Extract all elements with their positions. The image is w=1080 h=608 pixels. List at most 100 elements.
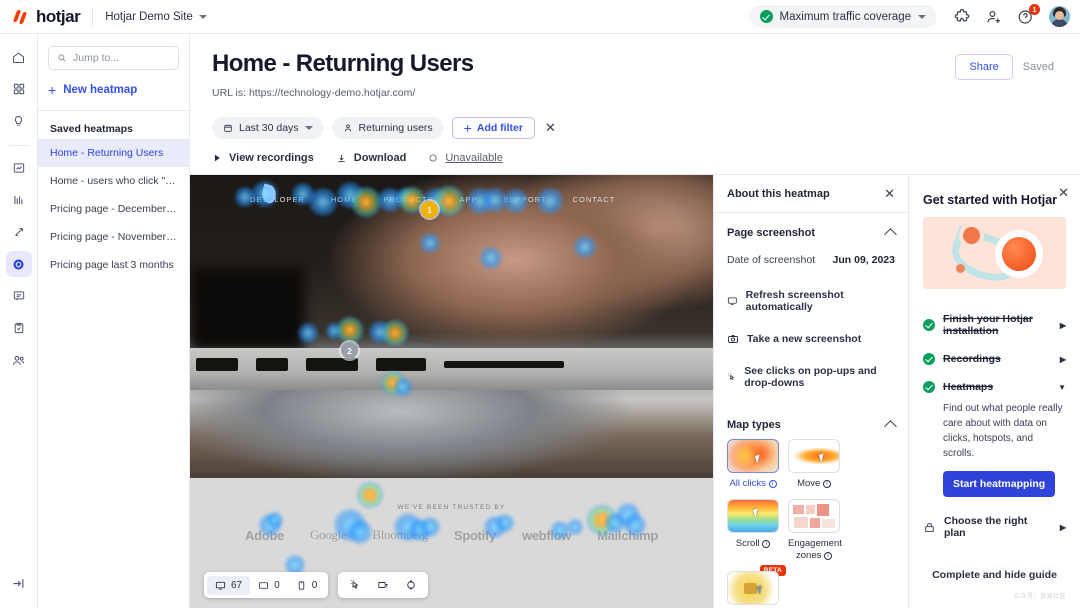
all-clicks-thumb-icon	[727, 439, 779, 473]
see-clicks-popups-button[interactable]: See clicks on pop-ups and drop-downs	[714, 355, 908, 399]
sidebar-item-home[interactable]	[6, 44, 32, 70]
unavailable-label: Unavailable	[445, 152, 502, 164]
logo: Google	[310, 527, 346, 543]
rail-collapse-toggle[interactable]	[6, 570, 32, 596]
list-item[interactable]: Pricing page - November 22	[38, 223, 189, 251]
engagement-zones-thumb-icon	[788, 499, 840, 533]
page-screenshot-section-header[interactable]: Page screenshot	[714, 213, 908, 247]
sidebar-item-feedback[interactable]	[6, 283, 32, 309]
close-icon[interactable]: ✕	[884, 187, 895, 200]
take-screenshot-button[interactable]: Take a new screenshot	[714, 323, 908, 355]
guide-item-plan[interactable]: Choose the right plan ▶	[909, 507, 1080, 547]
add-filter-button[interactable]: + Add filter	[452, 117, 535, 139]
map-type-move[interactable]: Move i	[788, 439, 840, 490]
about-panel-title: About this heatmap	[727, 188, 830, 200]
move-thumb-icon	[788, 439, 840, 473]
search-input[interactable]: Jump to...	[48, 46, 179, 70]
chart-icon	[12, 161, 26, 175]
avatar[interactable]	[1049, 6, 1070, 27]
sidebar-item-surveys[interactable]	[6, 315, 32, 341]
guide-item-recordings[interactable]: Recordings ▶	[909, 345, 1080, 373]
list-item[interactable]: Pricing page - December 22	[38, 195, 189, 223]
traffic-coverage-selector[interactable]: Maximum traffic coverage	[749, 5, 937, 28]
info-icon[interactable]: i	[824, 552, 832, 560]
brand-name: hotjar	[36, 7, 80, 27]
camera-icon	[727, 333, 739, 345]
info-icon[interactable]: i	[769, 480, 777, 488]
puzzle-icon[interactable]	[953, 8, 971, 26]
segment-filter[interactable]: Returning users	[332, 117, 444, 139]
zoom-tool-button[interactable]	[369, 575, 397, 595]
close-icon[interactable]: ✕	[1058, 185, 1069, 201]
click-marker[interactable]: 2	[341, 342, 358, 359]
map-type-engagement-zones[interactable]: Engagement zones i	[788, 499, 840, 562]
help-icon[interactable]: 1	[1017, 8, 1035, 26]
share-button[interactable]: Share	[955, 54, 1012, 80]
add-user-icon[interactable]	[985, 8, 1003, 26]
plus-icon: +	[464, 121, 472, 135]
download-button[interactable]: Download	[336, 152, 407, 164]
scroll-thumb-icon	[727, 499, 779, 533]
guide-item-label: Choose the right plan	[944, 515, 1052, 539]
heatmap-canvas[interactable]: DEVELOPER HOME PRODUCTS APP SUPPORT CONT…	[190, 175, 713, 608]
guide-item-installation[interactable]: Finish your Hotjar installation ▶	[909, 305, 1080, 345]
new-heatmap-button[interactable]: + New heatmap	[48, 83, 179, 110]
unavailable-status[interactable]: Unavailable	[428, 152, 502, 164]
map-types-section-header[interactable]: Map types	[714, 405, 908, 439]
map-type-all-clicks[interactable]: All clicks i	[727, 439, 779, 490]
chevron-down-icon	[199, 15, 207, 19]
users-icon	[11, 353, 26, 368]
page-title: Home - Returning Users	[212, 50, 1058, 78]
check-circle-icon	[923, 353, 935, 365]
get-started-title: Get started with Hotjar	[909, 175, 1080, 217]
device-mobile[interactable]: 0	[288, 576, 326, 595]
start-heatmapping-button[interactable]: Start heatmapping	[943, 471, 1055, 497]
screenshot-date-row: Date of screenshot Jun 09, 2023	[714, 247, 908, 279]
device-group: 67 0 0	[204, 572, 328, 598]
site-selector[interactable]: Hotjar Demo Site	[105, 11, 207, 23]
sidebar-item-funnels[interactable]	[6, 187, 32, 213]
guide-item-heatmaps[interactable]: Heatmaps ▼	[909, 373, 1080, 401]
trusted-heading: WE'VE BEEN TRUSTED BY	[398, 504, 506, 511]
device-tablet[interactable]: 0	[250, 576, 288, 595]
collapse-icon	[11, 576, 26, 591]
sidebar-item-users[interactable]	[6, 347, 32, 373]
info-icon[interactable]: i	[762, 540, 770, 548]
complete-hide-guide-button[interactable]: Complete and hide guide	[932, 569, 1057, 581]
check-circle-icon	[923, 319, 935, 331]
date-range-filter[interactable]: Last 30 days	[212, 117, 324, 139]
top-icon-group: 1	[953, 6, 1070, 27]
map-type-move-label: Move i	[788, 478, 840, 490]
list-item[interactable]: Pricing page last 3 months	[38, 251, 189, 279]
map-type-scroll[interactable]: Scroll i	[727, 499, 779, 562]
view-recordings-button[interactable]: View recordings	[212, 152, 314, 164]
about-panel-header: About this heatmap ✕	[714, 175, 908, 213]
nav-item: CONTACT	[573, 195, 616, 204]
list-item[interactable]: Home - Returning Users	[38, 139, 189, 167]
info-icon[interactable]: i	[823, 480, 831, 488]
sidebar-item-insights[interactable]	[6, 108, 32, 134]
device-desktop[interactable]: 67	[207, 576, 250, 595]
mobile-icon	[296, 580, 307, 591]
viewer: DEVELOPER HOME PRODUCTS APP SUPPORT CONT…	[190, 175, 1080, 608]
click-tool-button[interactable]	[341, 575, 369, 595]
sidebar-item-highlights[interactable]	[6, 219, 32, 245]
refresh-screenshot-button[interactable]: Refresh screenshot automatically	[714, 279, 908, 323]
logo: Adobe	[245, 528, 284, 543]
header-actions: Share Saved	[955, 54, 1058, 80]
segment-label: Returning users	[359, 122, 433, 134]
view-recordings-label: View recordings	[229, 152, 314, 164]
click-marker[interactable]: 1	[421, 201, 438, 218]
clipboard-icon	[12, 321, 26, 335]
resize-tool-button[interactable]	[397, 575, 425, 595]
list-item[interactable]: Home - users who click "sign up"	[38, 167, 189, 195]
calendar-icon	[223, 123, 233, 133]
main-content: Home - Returning Users URL is: https://t…	[190, 34, 1080, 608]
sidebar-item-heatmaps[interactable]	[6, 251, 32, 277]
map-type-rage-clicks[interactable]: BETA Rage clicks i	[727, 571, 779, 608]
sidebar-item-trends[interactable]	[6, 155, 32, 181]
logo: Spotify	[454, 528, 496, 543]
clear-filters-button[interactable]: ✕	[545, 120, 556, 136]
brand-logo[interactable]: hotjar	[14, 7, 80, 27]
sidebar-item-dashboard[interactable]	[6, 76, 32, 102]
